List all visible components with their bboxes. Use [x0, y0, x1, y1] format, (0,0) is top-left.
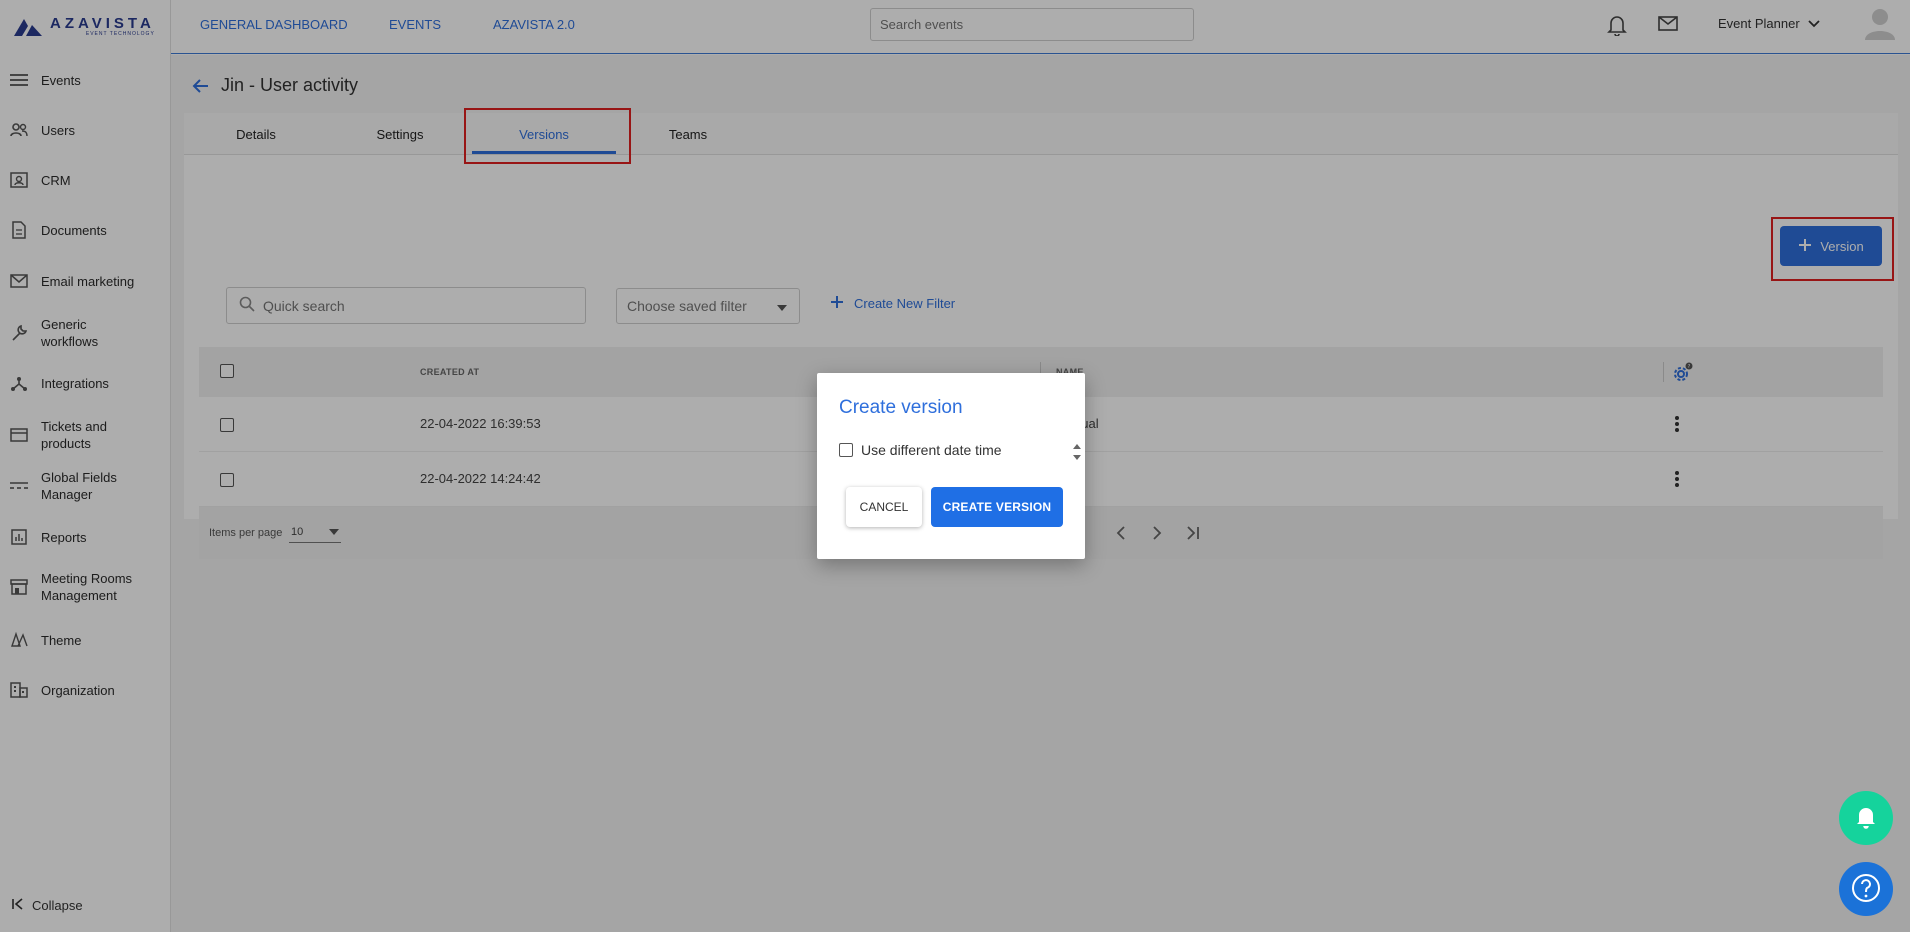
dialog-title: Create version [839, 397, 963, 418]
create-version-button[interactable]: CREATE VERSION [931, 487, 1063, 527]
different-date-time-checkbox[interactable] [839, 443, 853, 457]
different-date-time-label: Use different date time [861, 442, 1002, 458]
help-fab[interactable] [1839, 862, 1893, 916]
bell-icon [1855, 805, 1877, 832]
create-version-dialog: Create version Use different date time C… [817, 373, 1085, 559]
different-date-time-option[interactable]: Use different date time [839, 442, 1002, 458]
scroll-arrows-icon[interactable] [1071, 441, 1083, 463]
help-icon [1850, 872, 1882, 907]
cancel-button[interactable]: CANCEL [846, 487, 922, 527]
notifications-fab[interactable] [1839, 791, 1893, 845]
